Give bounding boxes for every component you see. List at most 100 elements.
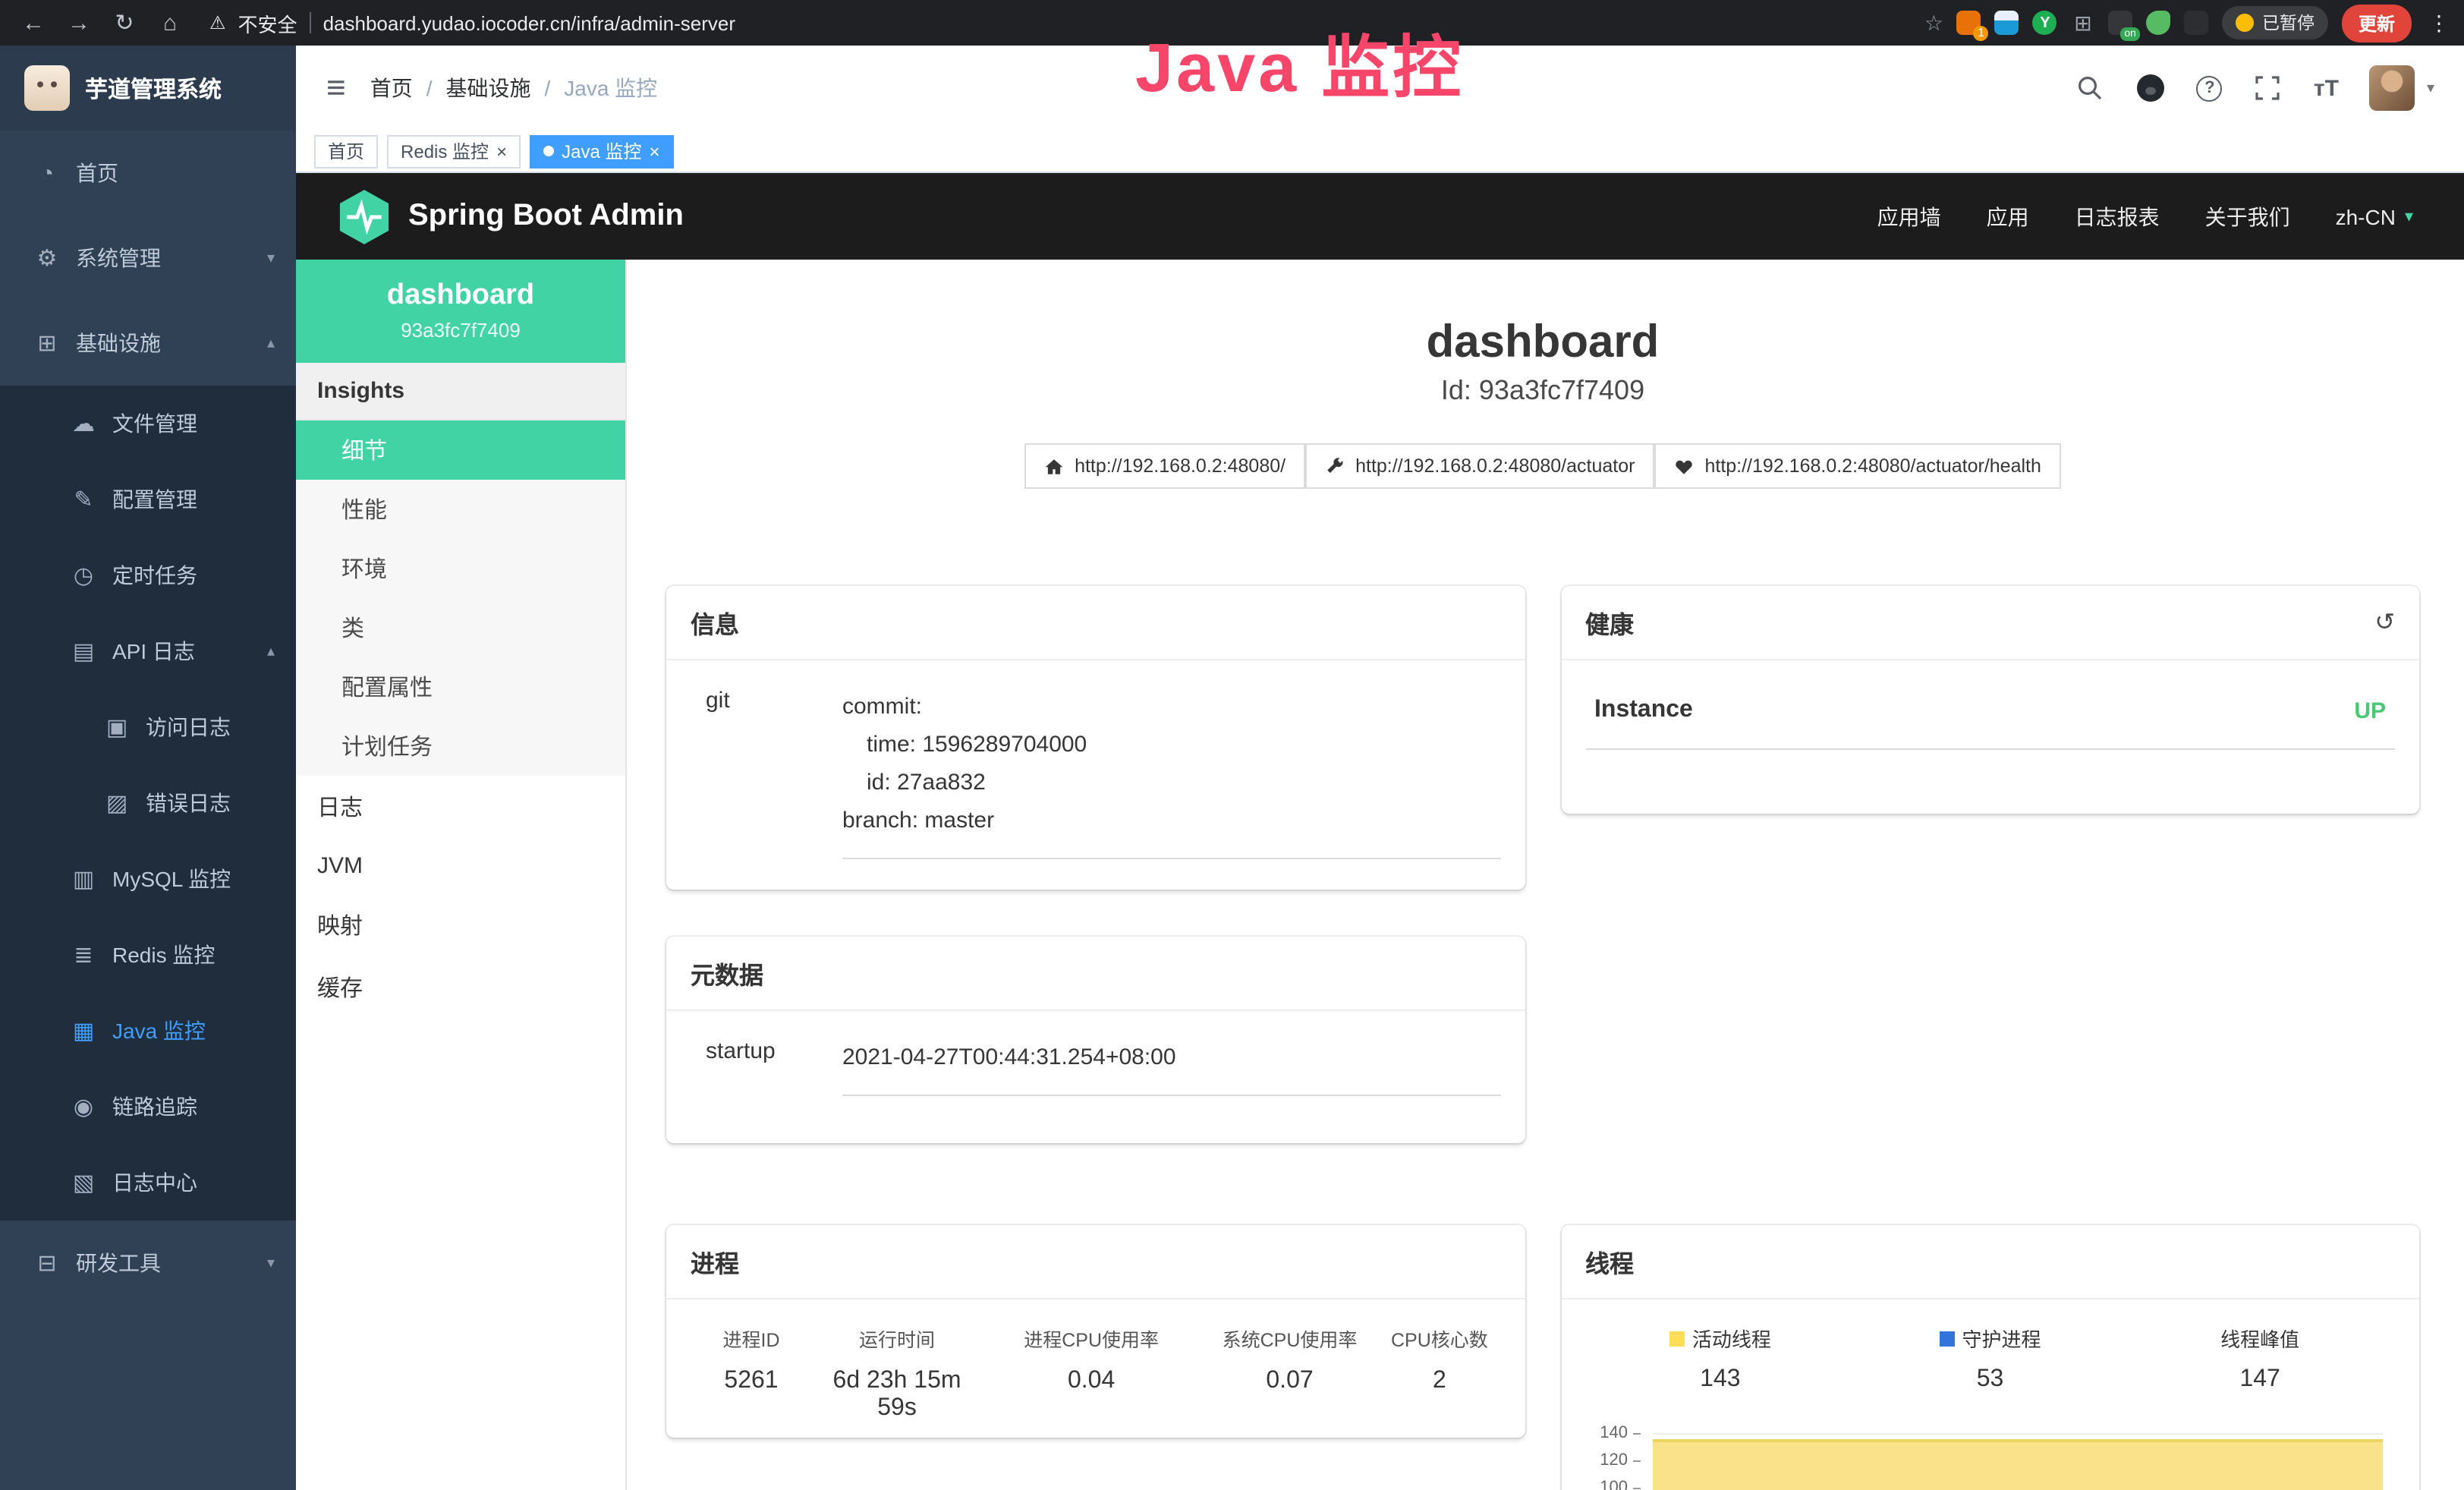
metadata-startup-row: startup 2021-04-27T00:44:31.254+08:00: [691, 1029, 1500, 1096]
info-card-title: 信息: [666, 586, 1525, 660]
fullscreen-icon[interactable]: [2253, 73, 2283, 103]
chevron-down-icon: ▾: [267, 1255, 275, 1271]
screen: ← → ↻ ⌂ ⚠ 不安全 dashboard.yudao.iocoder.cn…: [0, 0, 2464, 1490]
tab-redis-monitor[interactable]: Redis 监控 ×: [387, 134, 521, 168]
hamburger-icon[interactable]: ≡: [326, 71, 346, 105]
instance-home-link[interactable]: http://192.168.0.2:48080/: [1024, 443, 1305, 489]
sidebar-item-home[interactable]: ◔ 首页: [0, 131, 296, 216]
instance-actuator-link[interactable]: http://192.168.0.2:48080/actuator: [1305, 443, 1654, 489]
sba-language-select[interactable]: zh-CN ▾: [2336, 204, 2413, 228]
process-card-title: 进程: [666, 1225, 1525, 1299]
extension-icon-green-y[interactable]: Y: [2033, 11, 2057, 35]
extension-icon-blue-drop[interactable]: [1995, 11, 2019, 35]
process-cpu-value: 0.04: [982, 1368, 1201, 1422]
sidebar-item-error-logs[interactable]: ▨ 错误日志: [0, 765, 296, 841]
tab-home[interactable]: 首页: [314, 134, 378, 168]
sba-menu-details[interactable]: 细节: [296, 421, 625, 480]
search-icon[interactable]: [2075, 73, 2106, 103]
sba-menu-performance[interactable]: 性能: [296, 480, 625, 539]
sidebar-item-access-logs[interactable]: ▣ 访问日志: [0, 689, 296, 765]
sidebar-item-file-mgmt[interactable]: ☁ 文件管理: [0, 386, 296, 461]
sba-menu-logs[interactable]: 日志: [296, 776, 625, 838]
screen-icon: ▦: [70, 1017, 97, 1044]
info-value: commit: time: 1596289704000 id: 27aa832 …: [842, 679, 1500, 859]
sidebar-item-scheduled-jobs[interactable]: ◷ 定时任务: [0, 537, 296, 613]
address-bar[interactable]: ⚠ 不安全 dashboard.yudao.iocoder.cn/infra/a…: [209, 8, 1915, 37]
daemon-threads-value: 53: [1855, 1366, 2126, 1394]
browser-update-button[interactable]: 更新: [2342, 4, 2412, 42]
back-icon[interactable]: ←: [15, 10, 52, 36]
github-icon[interactable]: [2136, 73, 2167, 103]
process-col-uptime: 运行时间: [812, 1324, 982, 1353]
breadcrumb: 首页 / 基础设施 / Java 监控: [370, 73, 658, 103]
history-icon[interactable]: ↺: [2374, 607, 2395, 638]
sba-menu-classes[interactable]: 类: [296, 598, 625, 657]
app-logo-image: [24, 65, 70, 111]
browser-home-icon[interactable]: ⌂: [152, 10, 188, 36]
breadcrumb-separator: /: [426, 76, 433, 100]
bookmark-star-icon[interactable]: ☆: [1924, 10, 1943, 36]
sba-menu-config-props[interactable]: 配置属性: [296, 657, 625, 717]
close-icon[interactable]: ×: [649, 142, 659, 160]
sidebar-item-mysql-monitor[interactable]: ▥ MySQL 监控: [0, 841, 296, 917]
sidebar-item-system-mgmt[interactable]: ⚙ 系统管理 ▾: [0, 216, 296, 301]
sba-brand[interactable]: Spring Boot Admin: [338, 187, 684, 245]
extensions-paused-badge[interactable]: 已暂停: [2223, 6, 2328, 39]
sba-menu-scheduled-tasks[interactable]: 计划任务: [296, 717, 625, 776]
sidebar-item-api-logs[interactable]: ▤ API 日志 ▴: [0, 613, 296, 689]
extension-icon-dark-on[interactable]: on: [2109, 11, 2133, 35]
sidebar-logo[interactable]: 芋道管理系统: [0, 46, 296, 131]
sba-nav-wallboard[interactable]: 应用墙: [1877, 201, 1941, 232]
sba-menu-environment[interactable]: 环境: [296, 539, 625, 598]
sba-nav-about[interactable]: 关于我们: [2205, 201, 2290, 232]
sba-nav-applications[interactable]: 应用: [1987, 201, 2029, 232]
toolbox-icon: ⊟: [33, 1249, 61, 1277]
health-instance-label: Instance: [1594, 697, 1693, 724]
layers-icon: ≣: [70, 941, 97, 969]
sidebar-item-dev-tools[interactable]: ⊟ 研发工具 ▾: [0, 1221, 296, 1306]
sba-nav-journal[interactable]: 日志报表: [2075, 201, 2160, 232]
tab-java-monitor[interactable]: Java 监控 ×: [530, 134, 673, 168]
avatar-caret-icon: ▾: [2427, 80, 2434, 96]
legend-peak-threads: 线程峰值 147: [2125, 1324, 2395, 1394]
user-avatar[interactable]: [2369, 65, 2415, 111]
active-tab-dot: [543, 146, 554, 156]
sba-menu-caches[interactable]: 缓存: [296, 956, 625, 1019]
peak-threads-value: 147: [2125, 1366, 2395, 1394]
sidebar-item-infrastructure[interactable]: ⊞ 基础设施 ▴: [0, 301, 296, 386]
main-column: ≡ 首页 / 基础设施 / Java 监控 ?: [296, 46, 2464, 1490]
breadcrumb-infrastructure[interactable]: 基础设施: [445, 73, 530, 103]
insights-group-title: Insights: [296, 363, 625, 421]
process-card: 进程 进程ID 运行时间 进程CPU使用率 系统CPU使用率: [666, 1225, 1525, 1438]
instance-health-link[interactable]: http://192.168.0.2:48080/actuator/health: [1654, 443, 2060, 489]
sidebar-item-java-monitor[interactable]: ▦ Java 监控: [0, 993, 296, 1069]
paused-label: 已暂停: [2262, 11, 2315, 35]
sidebar-item-tracing[interactable]: ◉ 链路追踪: [0, 1069, 296, 1145]
health-card: 健康 ↺ Instance UP: [1561, 586, 2419, 814]
browser-menu-icon[interactable]: ⋮: [2428, 10, 2450, 36]
extension-icon-orange[interactable]: 1: [1957, 11, 1981, 35]
app-frame: 芋道管理系统 ◔ 首页 ⚙ 系统管理 ▾ ⊞ 基础设施 ▴ ☁ 文件管理 ✎: [0, 46, 2464, 1490]
process-syscpu-value: 0.07: [1201, 1368, 1379, 1422]
chevron-down-icon: ▾: [267, 250, 275, 266]
sidebar-item-log-center[interactable]: ▧ 日志中心: [0, 1145, 296, 1221]
reload-icon[interactable]: ↻: [106, 9, 143, 36]
sidebar-item-redis-monitor[interactable]: ≣ Redis 监控: [0, 917, 296, 993]
legend-daemon-threads: 守护进程 53: [1855, 1324, 2126, 1394]
error-log-icon: ▨: [103, 789, 131, 817]
font-size-icon[interactable]: тT: [2314, 75, 2339, 101]
close-icon[interactable]: ×: [496, 142, 507, 160]
breadcrumb-home[interactable]: 首页: [370, 73, 413, 103]
sba-menu-mappings[interactable]: 映射: [296, 894, 625, 956]
info-key: git: [691, 679, 842, 859]
wrench-icon: [1325, 456, 1345, 476]
sba-menu-jvm[interactable]: JVM: [296, 838, 625, 894]
extension-icon-grid[interactable]: ⊞: [2071, 11, 2095, 35]
sidebar-item-config-mgmt[interactable]: ✎ 配置管理: [0, 461, 296, 537]
help-icon[interactable]: ?: [2197, 75, 2223, 101]
forward-icon[interactable]: →: [61, 10, 97, 36]
extension-icon-dark[interactable]: [2185, 11, 2209, 35]
process-uptime-value: 6d 23h 15m 59s: [812, 1368, 982, 1422]
extension-icon-leaf[interactable]: [2147, 11, 2171, 35]
instance-header[interactable]: dashboard 93a3fc7f7409: [296, 260, 625, 363]
